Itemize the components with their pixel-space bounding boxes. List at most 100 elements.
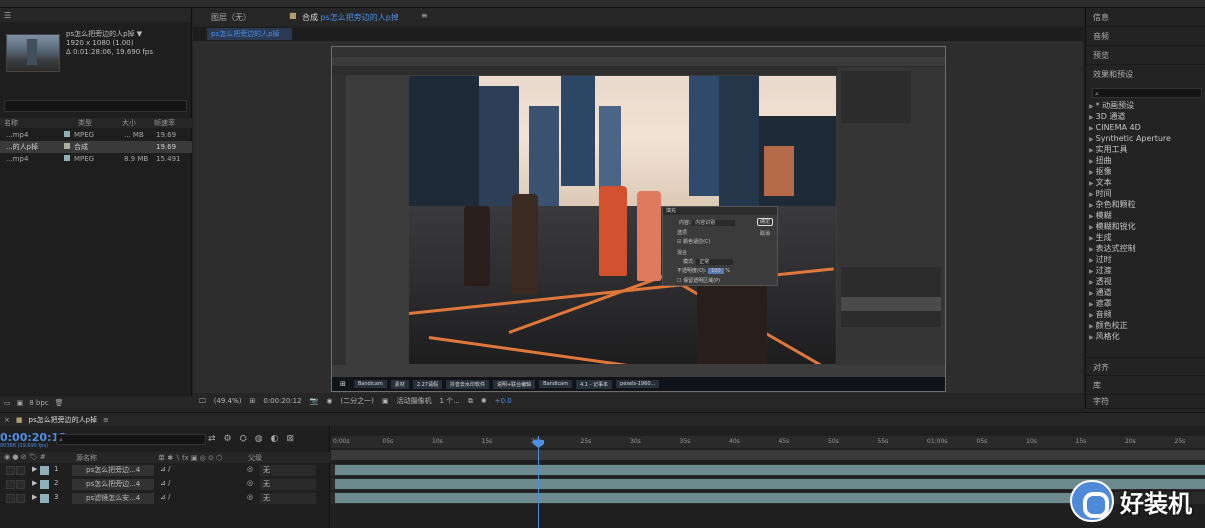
comp-icon[interactable]: ▣ <box>17 399 24 407</box>
folder-icon[interactable]: ▭ <box>4 399 11 407</box>
windows-start-icon[interactable]: ⊞ <box>336 379 350 389</box>
panel-audio[interactable]: 音频 <box>1086 27 1205 46</box>
list-item[interactable]: ...mp4 MPEG 8.9 MB 15.491 <box>0 153 192 165</box>
timeline-tab[interactable]: ps怎么把旁边的人p掉 <box>29 415 98 425</box>
taskbar-item[interactable]: 素材 <box>390 379 409 389</box>
trash-icon[interactable]: 🗑 <box>55 399 64 407</box>
region-icon[interactable]: ▣ <box>382 397 389 405</box>
effect-category[interactable]: ▶ 透视 <box>1086 276 1205 287</box>
switch-icons[interactable]: ⊿ ∕ <box>160 493 170 501</box>
parent-select[interactable]: 无 <box>260 465 316 476</box>
effect-category[interactable]: ▶ 3D 通道 <box>1086 111 1205 122</box>
zoom-select[interactable]: (49.4%) <box>214 397 242 405</box>
col-fps[interactable]: 帧速率 <box>154 118 184 128</box>
menu-icon[interactable]: ≡ <box>103 416 109 424</box>
timeline-switch-icons[interactable]: ⇄⚙⛭◍◐⊠ <box>208 434 302 444</box>
layer-name[interactable]: ps怎么把旁边...4 <box>72 479 154 490</box>
time-ruler[interactable]: 0:00s 05s 10s 15s 20s 25s 30s 35s 40s 45s 50s 55s 01… <box>331 436 1205 448</box>
label-color[interactable] <box>40 480 49 489</box>
content-select[interactable]: 内容识别 <box>692 220 736 226</box>
effect-category[interactable]: ▶ 生成 <box>1086 232 1205 243</box>
taskbar-item[interactable]: 4.1 - 记事本 <box>576 379 613 389</box>
panel-effects-presets[interactable]: 效果和预设 <box>1086 65 1205 84</box>
effect-category[interactable]: ▶ CINEMA 4D <box>1086 122 1205 133</box>
taskbar-item[interactable]: Bandicam <box>353 380 387 388</box>
effect-category[interactable]: ▶ 抠像 <box>1086 166 1205 177</box>
effect-category[interactable]: ▶ 杂色和颗粒 <box>1086 199 1205 210</box>
list-item[interactable]: ...的人p掉 合成 19.69 <box>0 141 192 153</box>
switch-icons[interactable]: ⊿ ∕ <box>160 479 170 487</box>
tab-comp-breadcrumb[interactable]: ps怎么把旁边的人p掉 <box>207 28 292 40</box>
panel-info[interactable]: 信息 <box>1086 8 1205 27</box>
expand-icon[interactable]: ▶ <box>32 479 37 487</box>
effect-category[interactable]: ▶ 模糊 <box>1086 210 1205 221</box>
effect-category[interactable]: ▶ * 动画预设 <box>1086 100 1205 111</box>
label-color[interactable] <box>40 466 49 475</box>
list-item[interactable]: ...mp4 MPEG ... MB 19.69 <box>0 129 192 141</box>
resolution-select[interactable]: (二分之一) <box>340 396 373 406</box>
col-size[interactable]: 大小 <box>122 118 154 128</box>
taskbar-item[interactable]: pexels-1960... <box>616 380 660 388</box>
taskbar-item[interactable]: 2.27请假 <box>412 379 442 389</box>
camera-icon[interactable]: 📷 <box>310 397 319 405</box>
visibility-toggle[interactable] <box>6 480 15 489</box>
col-name[interactable]: 名称 <box>0 118 60 128</box>
audio-toggle[interactable] <box>16 466 25 475</box>
table-row[interactable]: ▶ 1 ps怎么把旁边...4 ⊿ ∕ ◎ 无 <box>0 464 330 477</box>
table-row[interactable]: ▶ 2 ps怎么把旁边...4 ⊿ ∕ ◎ 无 <box>0 478 330 491</box>
effect-category[interactable]: ▶ 扭曲 <box>1086 155 1205 166</box>
label-color[interactable] <box>40 494 49 503</box>
menu-icon[interactable]: ■ <box>289 11 297 20</box>
effect-category[interactable]: ▶ 过时 <box>1086 254 1205 265</box>
audio-toggle[interactable] <box>16 494 25 503</box>
panel-library[interactable]: 库 <box>1086 376 1205 395</box>
color-icon[interactable]: ◉ <box>326 397 332 405</box>
effect-category[interactable]: ▶ 表达式控制 <box>1086 243 1205 254</box>
menu-icon[interactable]: ☰ <box>4 11 11 20</box>
panel-preview[interactable]: 预览 <box>1086 46 1205 65</box>
switch-icons[interactable]: ⊿ ∕ <box>160 465 170 473</box>
effect-category[interactable]: ▶ 遮罩 <box>1086 298 1205 309</box>
exposure-icon[interactable]: ✺ <box>481 397 487 405</box>
visibility-toggle[interactable] <box>6 466 15 475</box>
taskbar-item[interactable]: Bandicam <box>539 380 573 388</box>
visibility-toggle[interactable] <box>6 494 15 503</box>
close-icon[interactable]: × <box>4 416 10 424</box>
effect-category[interactable]: ▶ 实用工具 <box>1086 144 1205 155</box>
mode-select[interactable]: 正常 <box>696 259 734 265</box>
viewer-timecode[interactable]: 0:00:20:12 <box>263 397 301 405</box>
ok-button[interactable]: 确定 <box>757 218 773 226</box>
effect-category[interactable]: ▶ Synthetic Aperture <box>1086 133 1205 144</box>
timeline-search-input[interactable]: ⌕ <box>56 434 206 445</box>
bpc-label[interactable]: 8 bpc <box>29 399 48 407</box>
col-source-name[interactable]: 源名称 <box>76 453 97 463</box>
preserve-checkbox[interactable]: ☐ 保留透明区域(P) <box>677 277 720 284</box>
pickwhip-icon[interactable]: ◎ <box>247 479 253 487</box>
monitor-icon[interactable]: 🖵 <box>199 397 206 406</box>
project-search-input[interactable] <box>4 100 187 112</box>
expand-icon[interactable]: ▶ <box>32 465 37 473</box>
expand-icon[interactable]: ▶ <box>32 493 37 501</box>
audio-toggle[interactable] <box>16 480 25 489</box>
tab-comp[interactable]: 合成 ps怎么把旁边的人p掉 <box>302 12 399 23</box>
effect-category[interactable]: ▶ 时间 <box>1086 188 1205 199</box>
effect-category[interactable]: ▶ 文本 <box>1086 177 1205 188</box>
panel-align[interactable]: 对齐 <box>1086 357 1205 376</box>
effect-category[interactable]: ▶ 通道 <box>1086 287 1205 298</box>
playhead[interactable] <box>538 436 539 528</box>
layer-name[interactable]: ps滤镜怎么安...4 <box>72 493 154 504</box>
pickwhip-icon[interactable]: ◎ <box>247 493 253 501</box>
exposure-value[interactable]: +0.0 <box>495 397 512 405</box>
parent-select[interactable]: 无 <box>260 479 316 490</box>
taskbar-item[interactable]: 说明+联合编辑 <box>492 379 536 389</box>
layer-track[interactable] <box>331 464 1205 476</box>
col-type[interactable]: 类型 <box>60 118 122 128</box>
layer-name[interactable]: ps怎么把旁边...4 <box>72 465 154 476</box>
effects-search-input[interactable]: ⌕ <box>1092 88 1202 98</box>
menu-icon[interactable]: ≡ <box>421 11 428 20</box>
chevron-down-icon[interactable]: ▼ <box>137 30 142 38</box>
effect-category[interactable]: ▶ 颜色校正 <box>1086 320 1205 331</box>
panel-character[interactable]: 字符 <box>1086 395 1205 409</box>
table-row[interactable]: ▶ 3 ps滤镜怎么安...4 ⊿ ∕ ◎ 无 <box>0 492 330 505</box>
opacity-input[interactable]: 100 <box>708 268 724 274</box>
